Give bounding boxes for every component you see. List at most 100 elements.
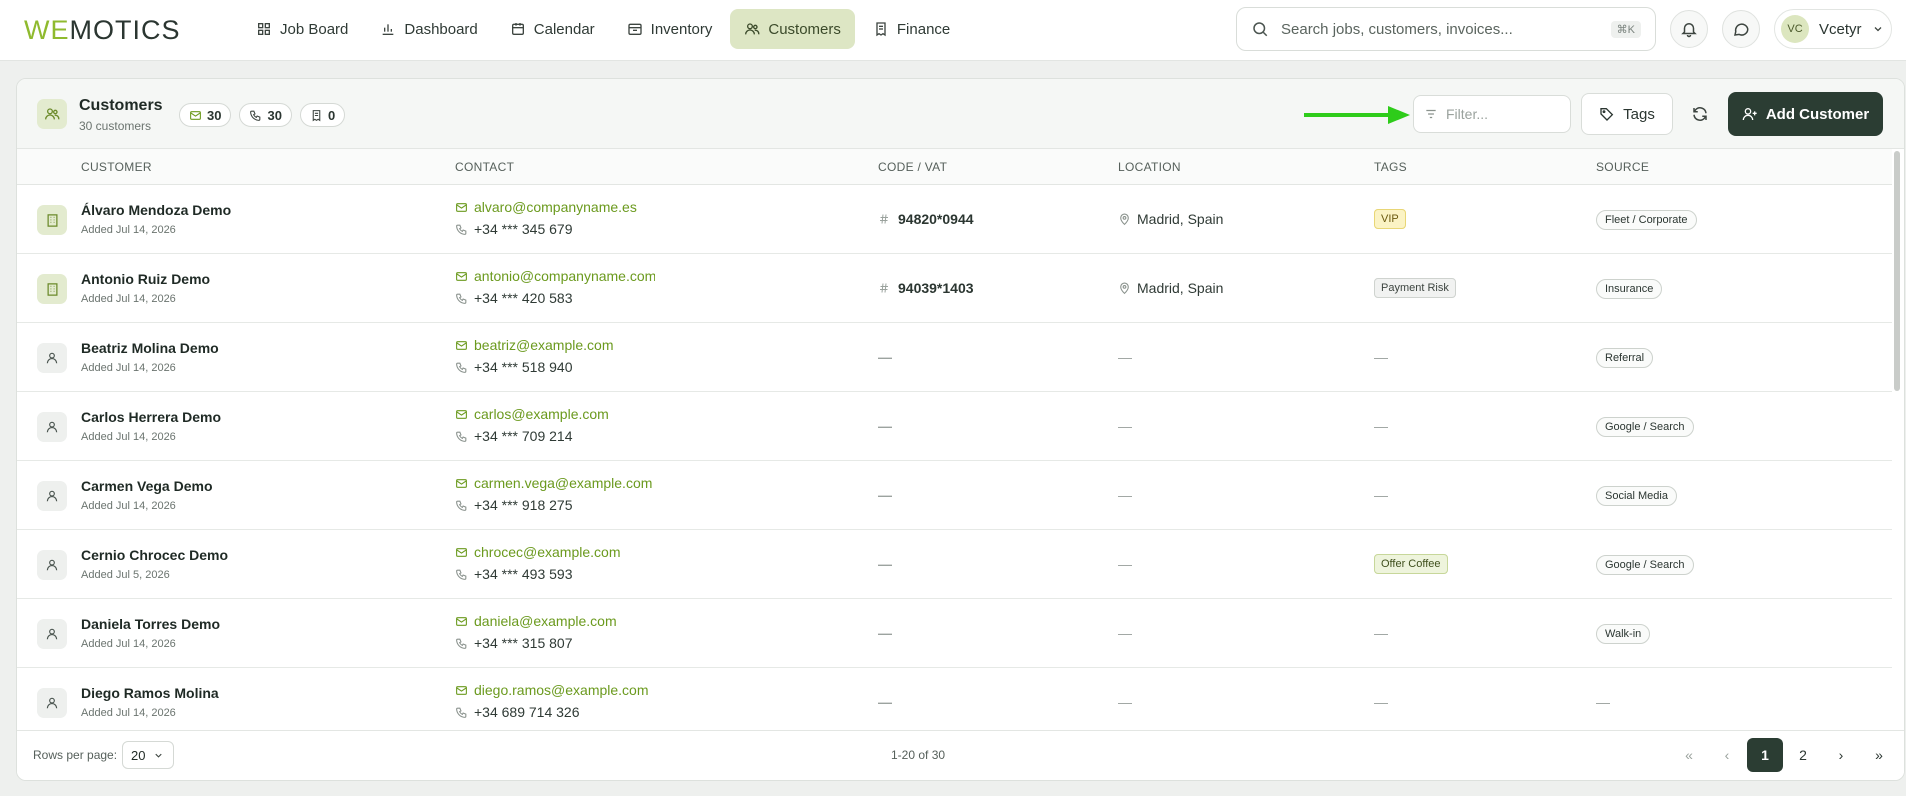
tab-label: Finance bbox=[896, 20, 951, 38]
customer-phone[interactable]: +34 *** 918 275 bbox=[455, 497, 572, 513]
email-count-badge: 30 bbox=[179, 103, 232, 127]
notifications-button[interactable] bbox=[1670, 10, 1708, 48]
table-row[interactable]: Álvaro Mendoza Demo Added Jul 14, 2026 alv… bbox=[17, 185, 1892, 254]
customer-tag: — bbox=[1374, 694, 1388, 710]
table-row[interactable]: Diego Ramos Molina Added Jul 14, 2026 dieg… bbox=[17, 668, 1892, 731]
refresh-button[interactable] bbox=[1681, 95, 1719, 133]
tags-button[interactable]: Tags bbox=[1581, 93, 1673, 135]
table-row[interactable]: Beatriz Molina Demo Added Jul 14, 2026 bea… bbox=[17, 323, 1892, 392]
logo[interactable]: WEMOTICS bbox=[24, 15, 181, 46]
customer-added-date: Added Jul 14, 2026 bbox=[81, 362, 176, 374]
customer-tag[interactable]: Payment Risk bbox=[1374, 278, 1456, 298]
customer-email[interactable]: carmen.vega@example.com bbox=[455, 475, 655, 491]
tab-job-board[interactable]: Job Board bbox=[242, 9, 362, 49]
customer-source: Google / Search bbox=[1596, 555, 1694, 575]
page-title: Customers bbox=[79, 97, 163, 114]
tab-customers[interactable]: Customers bbox=[730, 9, 855, 49]
mail-icon bbox=[455, 339, 468, 352]
customer-phone[interactable]: +34 *** 493 593 bbox=[455, 566, 572, 582]
col-customer[interactable]: CUSTOMER bbox=[81, 160, 152, 174]
phone-icon bbox=[455, 361, 468, 374]
chevron-down-icon bbox=[155, 753, 163, 758]
customer-tag: — bbox=[1374, 418, 1388, 434]
invoice-count-badge: 0 bbox=[299, 103, 346, 127]
customer-phone[interactable]: +34 *** 420 583 bbox=[455, 290, 572, 306]
filter-input[interactable] bbox=[1446, 106, 1556, 122]
tab-calendar[interactable]: Calendar bbox=[496, 9, 609, 49]
customers-panel: Customers 30 customers 30 30 0 Tags bbox=[16, 78, 1905, 781]
customer-phone[interactable]: +34 *** 709 214 bbox=[455, 428, 572, 444]
users-icon bbox=[37, 99, 67, 129]
customer-email[interactable]: carlos@example.com bbox=[455, 406, 655, 422]
col-location[interactable]: LOCATION bbox=[1118, 160, 1181, 174]
table-row[interactable]: Antonio Ruiz Demo Added Jul 14, 2026 anton… bbox=[17, 254, 1892, 323]
customer-phone[interactable]: +34 *** 315 807 bbox=[455, 635, 572, 651]
customer-name[interactable]: Carmen Vega Demo bbox=[81, 478, 213, 494]
customer-phone[interactable]: +34 *** 345 679 bbox=[455, 221, 572, 237]
customer-added-date: Added Jul 14, 2026 bbox=[81, 707, 176, 719]
last-page-button[interactable]: » bbox=[1861, 738, 1897, 772]
shortcut-hint: ⌘K bbox=[1610, 20, 1641, 38]
page-button-2[interactable]: 2 bbox=[1785, 738, 1821, 772]
customer-email[interactable]: beatriz@example.com bbox=[455, 337, 655, 353]
tab-label: Customers bbox=[768, 20, 841, 38]
user-menu[interactable]: VC Vcetyr bbox=[1774, 9, 1892, 49]
customer-code: — bbox=[878, 487, 892, 503]
scrollbar[interactable] bbox=[1894, 151, 1900, 391]
filter-field[interactable] bbox=[1413, 95, 1571, 133]
table-row[interactable]: Daniela Torres Demo Added Jul 14, 2026 dan… bbox=[17, 599, 1892, 668]
customer-email[interactable]: antonio@companyname.com bbox=[455, 268, 655, 284]
customer-email[interactable]: chrocec@example.com bbox=[455, 544, 655, 560]
customer-name[interactable]: Diego Ramos Molina bbox=[81, 685, 219, 701]
map-pin-icon bbox=[1118, 282, 1131, 295]
prev-page-button[interactable]: ‹ bbox=[1709, 738, 1745, 772]
customer-tag[interactable]: Offer Coffee bbox=[1374, 554, 1448, 574]
mail-icon bbox=[455, 201, 468, 214]
search-input[interactable] bbox=[1281, 20, 1599, 38]
chevron-down-icon bbox=[1874, 27, 1881, 32]
rows-per-page-select[interactable]: 20 bbox=[122, 741, 174, 769]
map-pin-icon bbox=[1118, 213, 1131, 226]
customer-tag[interactable]: VIP bbox=[1374, 209, 1406, 229]
customer-name[interactable]: Álvaro Mendoza Demo bbox=[81, 202, 231, 218]
phone-icon bbox=[455, 637, 468, 650]
first-page-button[interactable]: « bbox=[1671, 738, 1707, 772]
tab-finance[interactable]: Finance bbox=[859, 9, 964, 49]
customer-email[interactable]: daniela@example.com bbox=[455, 613, 655, 629]
col-tags[interactable]: TAGS bbox=[1374, 160, 1407, 174]
customer-phone[interactable]: +34 *** 518 940 bbox=[455, 359, 572, 375]
customer-location: — bbox=[1118, 694, 1132, 710]
mail-icon bbox=[455, 408, 468, 421]
table-row[interactable]: Cernio Chrocec Demo Added Jul 5, 2026 chro… bbox=[17, 530, 1892, 599]
nav-tabs: Job Board Dashboard Calendar Inventory Custo… bbox=[242, 9, 964, 49]
messages-button[interactable] bbox=[1722, 10, 1760, 48]
add-customer-button[interactable]: Add Customer bbox=[1728, 92, 1883, 136]
customer-added-date: Added Jul 14, 2026 bbox=[81, 431, 176, 443]
customer-phone[interactable]: +34 689 714 326 bbox=[455, 704, 580, 720]
tab-inventory[interactable]: Inventory bbox=[613, 9, 727, 49]
customer-name[interactable]: Cernio Chrocec Demo bbox=[81, 547, 228, 563]
customer-email[interactable]: alvaro@companyname.es bbox=[455, 199, 655, 215]
tab-label: Calendar bbox=[533, 20, 595, 38]
table-row[interactable]: Carlos Herrera Demo Added Jul 14, 2026 car… bbox=[17, 392, 1892, 461]
page-button-1[interactable]: 1 bbox=[1747, 738, 1783, 772]
customer-added-date: Added Jul 14, 2026 bbox=[81, 293, 176, 305]
customer-email[interactable]: diego.ramos@example.com bbox=[455, 682, 655, 698]
global-search[interactable]: ⌘K bbox=[1236, 7, 1656, 51]
customer-name[interactable]: Antonio Ruiz Demo bbox=[81, 271, 210, 287]
customer-name[interactable]: Daniela Torres Demo bbox=[81, 616, 220, 632]
pagination: « ‹ 1 2 › » bbox=[1671, 738, 1897, 772]
col-contact[interactable]: CONTACT bbox=[455, 160, 514, 174]
receipt-icon bbox=[873, 21, 889, 37]
table-row[interactable]: Carmen Vega Demo Added Jul 14, 2026 carmen… bbox=[17, 461, 1892, 530]
next-page-button[interactable]: › bbox=[1823, 738, 1859, 772]
tab-dashboard[interactable]: Dashboard bbox=[366, 9, 491, 49]
customer-count: 30 customers bbox=[79, 119, 152, 133]
customer-name[interactable]: Beatriz Molina Demo bbox=[81, 340, 219, 356]
customer-source: Google / Search bbox=[1596, 417, 1694, 437]
customer-location: — bbox=[1118, 349, 1132, 365]
mail-icon bbox=[455, 684, 468, 697]
col-source[interactable]: SOURCE bbox=[1596, 160, 1649, 174]
col-code[interactable]: CODE / VAT bbox=[878, 160, 947, 174]
customer-name[interactable]: Carlos Herrera Demo bbox=[81, 409, 221, 425]
